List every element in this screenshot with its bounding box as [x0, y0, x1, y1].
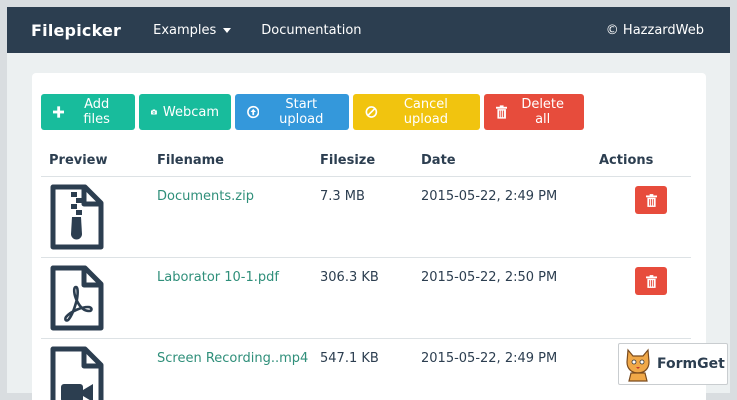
header-preview: Preview — [49, 153, 108, 168]
cancel-upload-label: Cancel upload — [403, 97, 449, 127]
date-value: 2015-05-22, 2:49 PM — [421, 351, 558, 366]
webcam-button[interactable]: Webcam — [139, 94, 231, 130]
zip-file-icon — [50, 184, 104, 250]
nav-documentation[interactable]: Documentation — [261, 23, 361, 38]
start-upload-label: Start upload — [279, 97, 324, 127]
header-actions: Actions — [599, 153, 654, 168]
plus-icon — [53, 106, 65, 118]
filesize-value: 306.3 KB — [320, 270, 379, 285]
header-filesize: Filesize — [320, 153, 376, 168]
cancel-upload-button[interactable]: Cancel upload — [353, 94, 480, 130]
upload-circle-icon — [247, 105, 260, 119]
filename-link[interactable]: Laborator 10-1.pdf — [157, 270, 279, 285]
formget-watermark: FormGet — [618, 343, 728, 385]
delete-row-button[interactable] — [635, 267, 667, 295]
table-header: Preview Filename Filesize Date Actions — [41, 145, 691, 177]
filename-link[interactable]: Documents.zip — [157, 189, 254, 204]
delete-all-button[interactable]: Delete all — [484, 94, 584, 130]
filesize-value: 547.1 KB — [320, 351, 379, 366]
trash-icon — [645, 274, 657, 288]
delete-row-button[interactable] — [635, 186, 667, 214]
table-row: Laborator 10-1.pdf 306.3 KB 2015-05-22, … — [41, 258, 691, 339]
nav-examples-label: Examples — [153, 22, 217, 38]
ban-icon — [365, 106, 378, 118]
pdf-file-icon — [50, 265, 104, 331]
file-panel: Add files Webcam Start upload Cancel upl… — [32, 73, 706, 400]
delete-all-label: Delete all — [521, 97, 565, 127]
table-row: Documents.zip 7.3 MB 2015-05-22, 2:49 PM — [41, 177, 691, 258]
caret-down-icon — [223, 27, 232, 33]
header-date: Date — [421, 153, 456, 168]
brand-link[interactable]: Filepicker — [31, 21, 121, 40]
navbar: Filepicker Examples Documentation © Hazz… — [7, 7, 730, 53]
trash-icon — [496, 105, 508, 119]
date-value: 2015-05-22, 2:49 PM — [421, 189, 558, 204]
start-upload-button[interactable]: Start upload — [235, 94, 349, 130]
table-row: Screen Recording..mp4 547.1 KB 2015-05-2… — [41, 339, 691, 400]
webcam-label: Webcam — [162, 104, 219, 120]
video-file-icon — [50, 346, 104, 400]
camera-icon — [151, 109, 157, 115]
header-filename: Filename — [157, 153, 224, 168]
nav-hazzardweb[interactable]: © HazzardWeb — [606, 23, 704, 38]
trash-icon — [645, 193, 657, 207]
formget-label: FormGet — [657, 356, 725, 372]
filesize-value: 7.3 MB — [320, 189, 365, 204]
date-value: 2015-05-22, 2:50 PM — [421, 270, 558, 285]
filename-link[interactable]: Screen Recording..mp4 — [157, 351, 308, 366]
nav-examples[interactable]: Examples — [153, 22, 232, 38]
toolbar: Add files Webcam Start upload Cancel upl… — [41, 94, 584, 130]
cat-mascot-icon — [626, 348, 650, 382]
add-files-button[interactable]: Add files — [41, 94, 135, 130]
add-files-label: Add files — [83, 97, 110, 127]
